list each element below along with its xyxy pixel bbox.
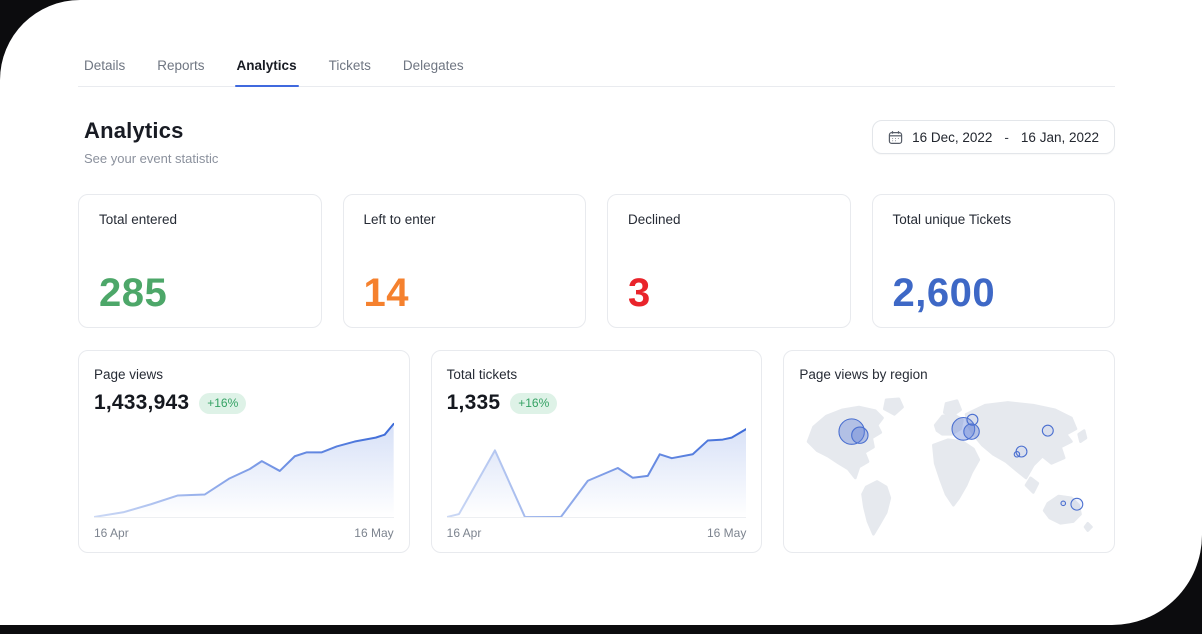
app-window: Details Reports Analytics Tickets Delega…	[0, 0, 1202, 625]
stat-label: Total unique Tickets	[892, 212, 1012, 227]
page-subtitle: See your event statistic	[84, 151, 219, 166]
map-bubble	[1060, 500, 1067, 507]
x-axis: 16 Apr 16 May	[446, 517, 747, 542]
stat-label: Total entered	[99, 212, 178, 227]
stat-cards-row: Total entered 285 Left to enter 14 Decli…	[78, 194, 1115, 328]
map-bubble	[851, 426, 869, 444]
date-range-start: 16 Dec, 2022	[912, 129, 993, 145]
map-bubble	[966, 413, 979, 426]
stat-value: 2,600	[892, 271, 996, 315]
chart-value: 1,335	[446, 391, 501, 414]
tab-tickets[interactable]: Tickets	[329, 58, 371, 86]
chart-title: Page views	[94, 367, 164, 382]
map-card-page-views-by-region: Page views by region	[783, 350, 1115, 553]
date-range-picker[interactable]: 16 Dec, 2022 - 16 Jan, 2022	[872, 120, 1115, 154]
x-axis-label-start: 16 Apr	[94, 526, 129, 540]
line-chart-total-tickets	[446, 419, 747, 517]
tab-details[interactable]: Details	[84, 58, 125, 86]
line-chart-page-views	[94, 419, 394, 517]
stat-card-declined: Declined 3	[607, 194, 851, 328]
map-bubble	[1042, 424, 1055, 437]
x-axis-label-end: 16 May	[354, 526, 394, 540]
map-bubble	[1013, 451, 1021, 458]
chart-value: 1,433,943	[94, 391, 190, 414]
map-title: Page views by region	[799, 367, 928, 382]
stat-card-total-entered: Total entered 285	[78, 194, 322, 328]
stat-label: Declined	[628, 212, 681, 227]
tab-delegates[interactable]: Delegates	[403, 58, 464, 86]
tab-bar: Details Reports Analytics Tickets Delega…	[78, 58, 1115, 87]
page-title: Analytics	[84, 118, 184, 143]
chart-card-page-views: Page views 1,433,943 +16% 16 Apr 16 May	[78, 350, 410, 553]
page-header: Analytics See your event statistic 16 De…	[78, 118, 1115, 166]
x-axis-label-start: 16 Apr	[446, 526, 482, 540]
change-badge: +16%	[199, 392, 247, 414]
charts-row: Page views 1,433,943 +16% 16 Apr 16 May …	[78, 350, 1115, 553]
stat-value: 14	[363, 271, 409, 315]
date-range-separator: -	[1004, 129, 1009, 145]
date-range-end: 16 Jan, 2022	[1020, 129, 1099, 145]
stat-value: 285	[99, 271, 168, 315]
calendar-icon	[888, 130, 903, 144]
map-bubble	[963, 423, 981, 440]
stat-card-left-to-enter: Left to enter 14	[342, 194, 586, 328]
stat-label: Left to enter	[363, 212, 436, 227]
x-axis: 16 Apr 16 May	[94, 517, 394, 542]
stat-card-total-unique-tickets: Total unique Tickets 2,600	[871, 194, 1115, 328]
change-badge: +16%	[510, 392, 558, 414]
tab-reports[interactable]: Reports	[157, 58, 204, 86]
world-map	[799, 390, 1099, 544]
stat-value: 3	[628, 271, 651, 315]
x-axis-label-end: 16 May	[706, 526, 747, 540]
map-bubble	[1070, 497, 1084, 511]
chart-title: Total tickets	[446, 367, 518, 382]
tab-analytics[interactable]: Analytics	[234, 58, 299, 87]
chart-card-total-tickets: Total tickets 1,335 +16% 16 Apr 16 May	[430, 350, 763, 553]
